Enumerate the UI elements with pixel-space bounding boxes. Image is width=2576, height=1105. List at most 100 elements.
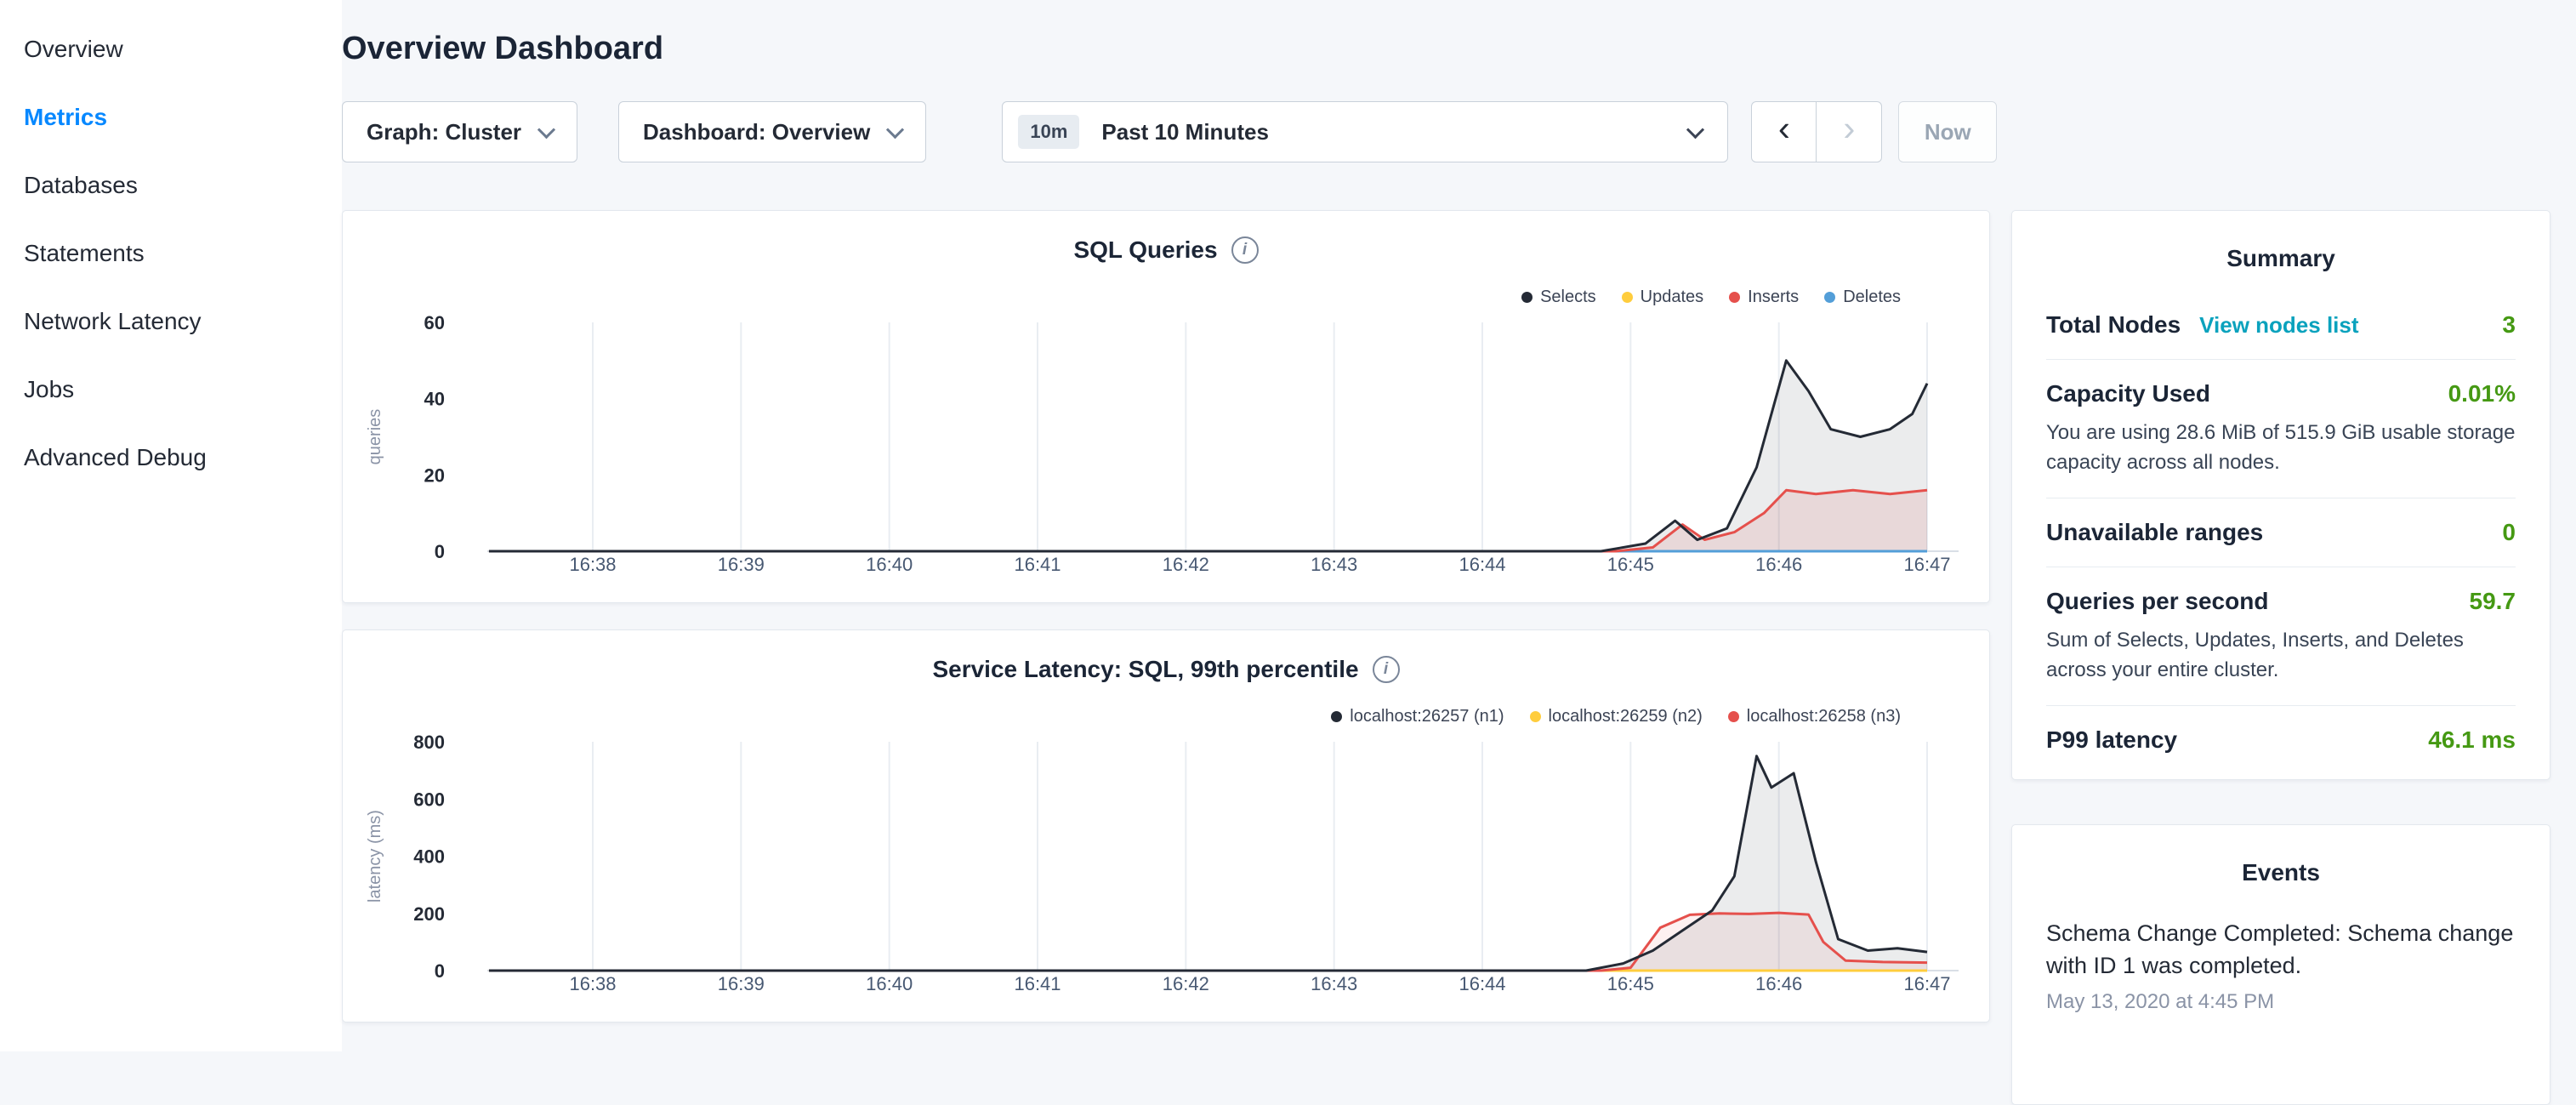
- charts-column: SQL Queries i SelectsUpdatesInsertsDelet…: [342, 210, 1990, 1022]
- main-content: Overview Dashboard Graph: Cluster Dashbo…: [342, 0, 2576, 1051]
- series-area: [489, 361, 1927, 551]
- sidebar: OverviewMetricsDatabasesStatementsNetwor…: [0, 0, 342, 1051]
- sidebar-item-jobs[interactable]: Jobs: [0, 356, 342, 424]
- x-axis-tick-label: 16:42: [1163, 973, 1209, 994]
- sidebar-item-databases[interactable]: Databases: [0, 151, 342, 219]
- dashboard-dropdown[interactable]: Dashboard: Overview: [618, 101, 926, 162]
- sidebar-item-overview[interactable]: Overview: [0, 15, 342, 83]
- time-back-button[interactable]: ‹: [1751, 101, 1817, 162]
- x-axis-tick-label: 16:43: [1311, 973, 1357, 994]
- y-axis-title: queries: [366, 409, 384, 465]
- summary-row: Unavailable ranges 0: [2046, 498, 2516, 567]
- legend-dot-icon: [1521, 292, 1533, 303]
- chart-card-service-latency: Service Latency: SQL, 99th percentile i …: [342, 629, 1990, 1022]
- time-range-label: Past 10 Minutes: [1101, 119, 1670, 145]
- summary-label: P99 latency: [2046, 726, 2177, 754]
- chart-title: Service Latency: SQL, 99th percentile: [932, 656, 1358, 683]
- x-axis-tick-label: 16:39: [718, 973, 765, 994]
- x-axis-tick-label: 16:39: [718, 554, 765, 575]
- service-latency-chart[interactable]: 16:38 16:39 16:40 16:41 16:42 16:43 16:44 16:45…: [343, 724, 1991, 1017]
- page: OverviewMetricsDatabasesStatementsNetwor…: [0, 0, 2576, 1051]
- graph-dropdown-label: Graph: Cluster: [367, 119, 521, 145]
- info-icon[interactable]: i: [1373, 656, 1400, 683]
- time-range-badge: 10m: [1018, 115, 1079, 149]
- sidebar-item-advanced-debug[interactable]: Advanced Debug: [0, 424, 342, 492]
- x-axis-tick-label: 16:46: [1755, 554, 1802, 575]
- event-timestamp: May 13, 2020 at 4:45 PM: [2046, 990, 2516, 1014]
- legend-dot-icon: [1622, 292, 1633, 303]
- chart-header: Service Latency: SQL, 99th percentile i: [343, 630, 1989, 683]
- x-axis-tick-label: 16:40: [866, 973, 913, 994]
- summary-label: Capacity Used: [2046, 380, 2210, 407]
- x-axis-tick-label: 16:41: [1014, 973, 1061, 994]
- x-axis-tick-label: 16:40: [866, 554, 913, 575]
- sidebar-item-metrics[interactable]: Metrics: [0, 83, 342, 151]
- x-axis-tick-label: 16:42: [1163, 554, 1209, 575]
- series-line: [489, 361, 1927, 551]
- time-range-dropdown[interactable]: 10m Past 10 Minutes: [1002, 101, 1728, 162]
- y-axis-tick-label: 400: [413, 846, 445, 868]
- event-text: Schema Change Completed: Schema change w…: [2046, 917, 2516, 982]
- view-nodes-list-link[interactable]: View nodes list: [2199, 312, 2358, 339]
- y-axis-tick-label: 60: [424, 312, 445, 333]
- x-axis-tick-label: 16:41: [1014, 554, 1061, 575]
- x-axis-tick-label: 16:38: [569, 973, 616, 994]
- summary-rows: Total Nodes View nodes list 3 Capacity Used…: [2046, 291, 2516, 774]
- summary-label: Unavailable ranges: [2046, 519, 2263, 546]
- x-axis-tick-label: 16:44: [1459, 973, 1505, 994]
- y-axis-tick-label: 40: [424, 389, 445, 410]
- x-axis-tick-label: 16:46: [1755, 973, 1802, 994]
- x-axis-tick-label: 16:38: [569, 554, 616, 575]
- summary-description: Sum of Selects, Updates, Inserts, and De…: [2046, 625, 2516, 685]
- y-axis-tick-label: 20: [424, 464, 445, 486]
- time-pager: ‹ ›: [1751, 101, 1882, 162]
- sidebar-item-network-latency[interactable]: Network Latency: [0, 288, 342, 356]
- page-title: Overview Dashboard: [342, 31, 2550, 67]
- chevron-down-icon: [886, 121, 904, 139]
- sidebar-item-statements[interactable]: Statements: [0, 219, 342, 288]
- chart-title: SQL Queries: [1073, 236, 1217, 264]
- now-button[interactable]: Now: [1898, 101, 1997, 162]
- summary-row: Total Nodes View nodes list 3: [2046, 291, 2516, 360]
- time-forward-button[interactable]: ›: [1817, 101, 1882, 162]
- legend-dot-icon: [1824, 292, 1835, 303]
- info-icon[interactable]: i: [1231, 236, 1259, 264]
- legend-dot-icon: [1530, 711, 1541, 722]
- x-axis-tick-label: 16:47: [1903, 973, 1950, 994]
- summary-panel: Summary Total Nodes View nodes list 3 Capac…: [2011, 210, 2550, 780]
- summary-label: Total Nodes: [2046, 311, 2181, 339]
- summary-value: 59.7: [2458, 588, 2516, 615]
- summary-value: 3: [2490, 311, 2516, 339]
- dashboard-grid: SQL Queries i SelectsUpdatesInsertsDelet…: [342, 210, 2550, 1105]
- summary-description: You are using 28.6 MiB of 515.9 GiB usab…: [2046, 418, 2516, 477]
- sql-queries-chart[interactable]: 16:38 16:39 16:40 16:41 16:42 16:43 16:44 16:45…: [343, 305, 1991, 598]
- summary-value: 0: [2490, 519, 2516, 546]
- y-axis-tick-label: 600: [413, 789, 445, 810]
- summary-value: 46.1 ms: [2416, 726, 2516, 754]
- x-axis-tick-label: 16:45: [1607, 554, 1654, 575]
- y-axis-title: latency (ms): [366, 810, 384, 903]
- summary-title: Summary: [2046, 236, 2516, 291]
- legend-dot-icon: [1729, 292, 1740, 303]
- y-axis-tick-label: 0: [435, 541, 445, 562]
- events-panel: Events Schema Change Completed: Schema c…: [2011, 824, 2550, 1105]
- summary-row: P99 latency 46.1 ms: [2046, 706, 2516, 774]
- controls-bar: Graph: Cluster Dashboard: Overview 10m P…: [342, 101, 2550, 162]
- y-axis-tick-label: 0: [435, 960, 445, 982]
- chart-card-sql-queries: SQL Queries i SelectsUpdatesInsertsDelet…: [342, 210, 1990, 603]
- y-axis-tick-label: 800: [413, 732, 445, 753]
- event-item[interactable]: Schema Change Completed: Schema change w…: [2046, 917, 2516, 1014]
- legend-dot-icon: [1728, 711, 1739, 722]
- y-axis-tick-label: 200: [413, 903, 445, 925]
- dashboard-dropdown-label: Dashboard: Overview: [643, 119, 870, 145]
- graph-dropdown[interactable]: Graph: Cluster: [342, 101, 577, 162]
- x-axis-tick-label: 16:45: [1607, 973, 1654, 994]
- x-axis-tick-label: 16:47: [1903, 554, 1950, 575]
- legend-dot-icon: [1331, 711, 1342, 722]
- chevron-down-icon: [1686, 121, 1704, 139]
- summary-row: Queries per second 59.7 Sum of Selects, Up…: [2046, 567, 2516, 706]
- summary-label: Queries per second: [2046, 588, 2268, 615]
- x-axis-tick-label: 16:43: [1311, 554, 1357, 575]
- summary-row: Capacity Used0.01%You are using 28.6 MiB…: [2046, 360, 2516, 498]
- x-axis-tick-label: 16:44: [1459, 554, 1505, 575]
